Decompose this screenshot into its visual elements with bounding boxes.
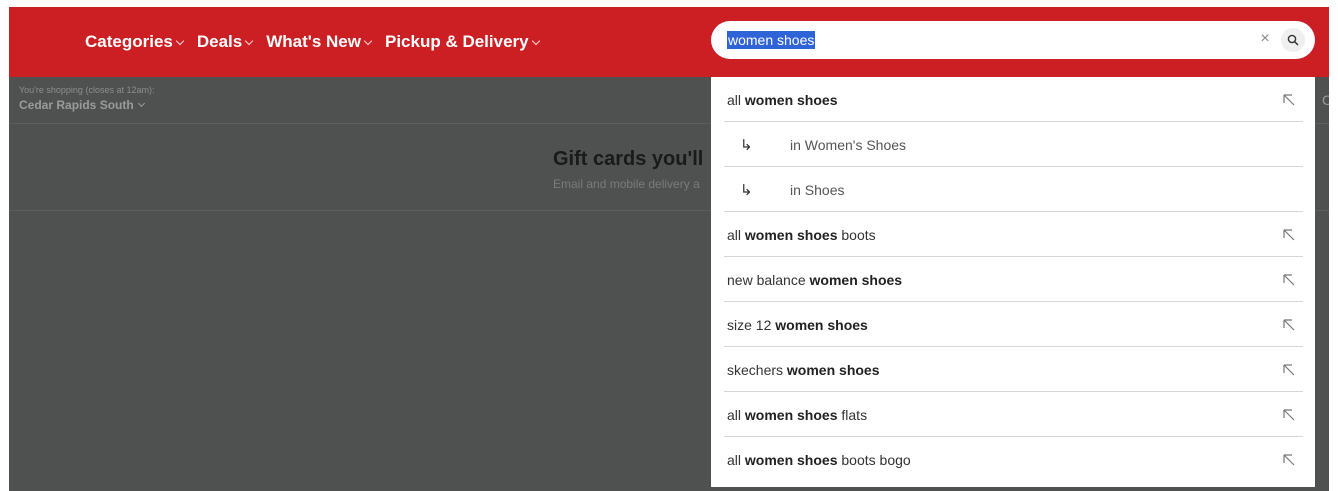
suggestion-item[interactable]: skechers women shoes — [711, 347, 1315, 392]
chevron-down-icon — [245, 36, 254, 46]
clear-search-button[interactable]: × — [1255, 29, 1275, 49]
arrow-up-left-icon[interactable] — [1281, 407, 1297, 423]
suggestion-subcategory[interactable]: ↳ in Shoes — [711, 167, 1315, 212]
nav-deals[interactable]: Deals — [196, 32, 254, 52]
nav-categories[interactable]: Categories — [85, 32, 185, 52]
nav-categories-label: Categories — [85, 32, 173, 51]
suggestion-text: all women shoes — [727, 91, 838, 108]
suggestion-subcategory[interactable]: ↳ in Women's Shoes — [711, 122, 1315, 167]
chevron-down-icon — [175, 36, 185, 46]
subcategory-text: in Women's Shoes — [790, 136, 907, 153]
subdirectory-arrow-icon: ↳ — [740, 136, 753, 154]
search-bar[interactable]: women shoes × — [711, 21, 1315, 59]
store-caption: You're shopping (closes at 12am): — [19, 85, 155, 95]
suggestion-text: all women shoes boots — [727, 226, 876, 243]
nav-deals-label: Deals — [196, 32, 243, 51]
chevron-down-icon — [363, 36, 373, 46]
suggestion-item[interactable]: all women shoes — [711, 77, 1315, 122]
search-icon — [1287, 34, 1299, 46]
arrow-up-left-icon[interactable] — [1281, 227, 1297, 243]
nav-pickup-delivery-label: Pickup & Delivery — [384, 32, 529, 51]
suggestion-item[interactable]: all women shoes flats — [711, 392, 1315, 437]
promo-title: Gift cards you'll — [553, 148, 704, 170]
suggestion-text: skechers women shoes — [727, 361, 880, 378]
arrow-up-left-icon[interactable] — [1281, 92, 1297, 108]
suggestion-item[interactable]: all women shoes boots — [711, 212, 1315, 257]
store-selector[interactable]: Cedar Rapids South — [19, 98, 145, 112]
nav-pickup-delivery[interactable]: Pickup & Delivery — [384, 32, 540, 52]
suggestion-item[interactable]: all women shoes boots bogo — [711, 437, 1315, 482]
top-header: Categories Deals What's New Pickup & Del… — [9, 7, 1329, 77]
suggestion-text: size 12 women shoes — [727, 316, 868, 333]
search-button[interactable] — [1281, 28, 1305, 52]
arrow-up-left-icon[interactable] — [1281, 452, 1297, 468]
main-nav: Categories Deals What's New Pickup & Del… — [85, 7, 540, 77]
search-input[interactable]: women shoes — [727, 31, 816, 49]
search-suggestions: all women shoes ↳ in Women's Shoes ↳ in … — [711, 77, 1315, 487]
suggestion-item[interactable]: size 12 women shoes — [711, 302, 1315, 347]
suggestion-text: all women shoes flats — [727, 406, 868, 423]
arrow-up-left-icon[interactable] — [1281, 317, 1297, 333]
page-frame: Categories Deals What's New Pickup & Del… — [9, 7, 1329, 491]
chevron-down-icon — [531, 36, 540, 46]
right-edge-text: C — [1322, 92, 1329, 108]
subcategory-text: in Shoes — [790, 181, 845, 198]
store-name: Cedar Rapids South — [19, 98, 134, 112]
subdirectory-arrow-icon: ↳ — [740, 181, 753, 199]
nav-whats-new-label: What's New — [266, 32, 361, 51]
chevron-down-icon — [137, 99, 145, 108]
suggestion-text: all women shoes boots bogo — [727, 451, 911, 468]
arrow-up-left-icon[interactable] — [1281, 362, 1297, 378]
suggestion-text: new balance women shoes — [727, 271, 903, 288]
promo-subtitle: Email and mobile delivery a — [553, 177, 700, 191]
arrow-up-left-icon[interactable] — [1281, 272, 1297, 288]
nav-whats-new[interactable]: What's New — [266, 32, 373, 52]
suggestion-item[interactable]: new balance women shoes — [711, 257, 1315, 302]
